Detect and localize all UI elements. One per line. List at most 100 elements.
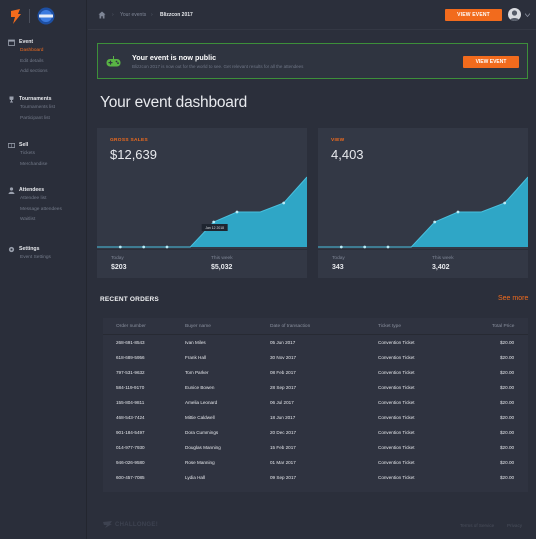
buyer-name-cell: Amelia Leonard xyxy=(185,400,218,405)
week-label: This week xyxy=(432,256,454,261)
page-title: Your event dashboard xyxy=(100,94,248,111)
chart-point[interactable] xyxy=(118,245,122,249)
buyer-name-cell: Tom Parker xyxy=(185,370,209,375)
table-row[interactable]: 155-804-9811 Amelia Leonard 06 Jul 2017 Con… xyxy=(103,396,528,411)
gross-sales-card: GROSS SALES $12,639 Jan 12 2018 Today $2… xyxy=(97,128,307,278)
transaction-date-cell: 06 Jul 2017 xyxy=(270,400,294,405)
table-row[interactable]: 946-026-9580 Rose Manning 01 Mar 2017 Conve… xyxy=(103,456,528,471)
card-footer: Today 343 This week 3,402 xyxy=(318,249,528,278)
total-price-cell: $20.00 xyxy=(500,475,515,480)
transaction-date-cell: 20 Dec 2017 xyxy=(270,430,297,435)
column-header[interactable]: Total Price xyxy=(492,324,514,329)
table-row[interactable]: 468-543-7424 Mittie Caldwell 18 Jun 2017 Co… xyxy=(103,411,528,426)
table-row[interactable]: 797-531-9632 Tom Parker 08 Feb 2017 Convent… xyxy=(103,366,528,381)
buyer-name-cell: Douglas Manning xyxy=(185,445,221,450)
sidebar-section-attendees: Attendees Attendee list Message attendees W… xyxy=(8,186,62,226)
chart-area xyxy=(97,177,307,247)
sidebar-item-tournaments-list[interactable]: Tournaments list xyxy=(8,103,55,114)
banner-view-event-button[interactable]: VIEW EVENT xyxy=(463,56,519,68)
breadcrumb-your-events[interactable]: Your events xyxy=(120,12,146,18)
total-price-cell: $20.00 xyxy=(500,340,515,345)
sidebar-heading-label: Tournaments xyxy=(19,96,52,102)
chart-point[interactable] xyxy=(235,210,239,214)
sidebar-item-waitlist[interactable]: Waitlist xyxy=(8,215,62,226)
sidebar-item-event-settings[interactable]: Event Settings xyxy=(8,253,51,264)
chart-point[interactable] xyxy=(363,245,367,249)
today-label: Today xyxy=(111,256,124,261)
sidebar-item-tickets[interactable]: Tickets xyxy=(8,149,47,160)
week-value: 3,402 xyxy=(432,264,450,271)
table-row[interactable]: 600-457-7085 Lydia Hall 09 Sep 2017 Convent… xyxy=(103,471,528,486)
chart-point[interactable] xyxy=(386,245,390,249)
order-number-cell: 584-119-9170 xyxy=(116,385,145,390)
total-price-cell: $20.00 xyxy=(500,445,515,450)
sidebar-item-add-sections[interactable]: Add sections xyxy=(8,67,47,78)
sidebar-item-edit-details[interactable]: Edit details xyxy=(8,57,47,68)
transaction-date-cell: 15 Feb 2017 xyxy=(270,445,296,450)
home-icon[interactable] xyxy=(98,11,106,19)
table-row[interactable]: 268-691-8543 Ivan Miles 05 Jun 2017 Convent… xyxy=(103,336,528,351)
chart-point[interactable] xyxy=(165,245,169,249)
sidebar-item-participant-list[interactable]: Participant list xyxy=(8,114,55,125)
view-event-button[interactable]: VIEW EVENT xyxy=(445,9,502,21)
recent-orders-title: RECENT ORDERS xyxy=(100,296,159,303)
column-header[interactable]: Order number xyxy=(116,324,146,329)
sidebar-heading[interactable]: Attendees xyxy=(8,186,62,194)
event-logo-icon xyxy=(37,7,55,25)
total-price-cell: $20.00 xyxy=(500,370,515,375)
sidebar-section-sell: Sell Tickets Merchandise xyxy=(8,141,47,170)
chart-point[interactable] xyxy=(142,245,146,249)
sidebar-item-attendee-list[interactable]: Attendee list xyxy=(8,194,62,205)
column-header[interactable]: Buyer name xyxy=(185,324,211,329)
sidebar-heading[interactable]: Tournaments xyxy=(8,95,55,103)
ticket-type-cell: Convention Ticket xyxy=(378,415,415,420)
table-header: Order number Buyer name Date of transact… xyxy=(103,318,528,335)
ticket-icon xyxy=(8,142,15,148)
breadcrumb-separator: › xyxy=(151,12,153,18)
chevron-down-icon[interactable] xyxy=(525,13,530,17)
order-number-cell: 014-977-7930 xyxy=(116,445,145,450)
see-more-link[interactable]: See more xyxy=(498,295,528,302)
table-row[interactable]: 618-689-5956 Frank Hall 30 Nov 2017 Convent… xyxy=(103,351,528,366)
footer-link-privacy[interactable]: Privacy xyxy=(507,523,522,528)
card-value: $12,639 xyxy=(110,147,157,162)
ticket-type-cell: Convention Ticket xyxy=(378,460,415,465)
sidebar-heading[interactable]: Sell xyxy=(8,141,47,149)
person-icon xyxy=(8,186,15,194)
avatar[interactable] xyxy=(508,8,521,21)
chart-point[interactable] xyxy=(339,245,343,249)
order-number-cell: 901-184-5497 xyxy=(116,430,145,435)
ticket-type-cell: Convention Ticket xyxy=(378,445,415,450)
chart-point[interactable] xyxy=(456,210,460,214)
footer-link-terms[interactable]: Terms of Service xyxy=(460,523,494,528)
sidebar-item-dashboard[interactable]: Dashboard xyxy=(8,46,47,57)
today-label: Today xyxy=(332,256,345,261)
column-header[interactable]: Date of transaction xyxy=(270,324,310,329)
transaction-date-cell: 09 Sep 2017 xyxy=(270,475,297,480)
ticket-type-cell: Convention Ticket xyxy=(378,355,415,360)
sidebar-heading[interactable]: Event xyxy=(8,38,47,46)
table-row[interactable]: 901-184-5497 Dora Cummings 20 Dec 2017 Conv… xyxy=(103,426,528,441)
order-number-cell: 155-804-9811 xyxy=(116,400,145,405)
column-header[interactable]: Ticket type xyxy=(378,324,401,329)
sidebar: Event Dashboard Edit details Add sections To… xyxy=(0,0,87,539)
top-bar: › Your events › Blizzcon 2017 VIEW EVENT xyxy=(88,0,536,30)
chart-point[interactable] xyxy=(433,220,437,224)
sidebar-heading[interactable]: Settings xyxy=(8,245,51,253)
challonge-logo-icon[interactable] xyxy=(9,8,22,24)
table-row[interactable]: 584-119-9170 Eunice Bowen 28 Sep 2017 Conve… xyxy=(103,381,528,396)
chart-point[interactable] xyxy=(503,201,507,205)
sidebar-item-message-attendees[interactable]: Message attendees xyxy=(8,205,62,216)
sidebar-section-event: Event Dashboard Edit details Add sections xyxy=(8,38,47,78)
sidebar-heading-label: Attendees xyxy=(19,187,45,193)
today-value: 343 xyxy=(332,264,344,271)
chart-point[interactable] xyxy=(212,220,216,224)
trophy-icon xyxy=(9,96,14,102)
sidebar-item-merchandise[interactable]: Merchandise xyxy=(8,160,47,171)
breadcrumb-separator: › xyxy=(112,12,114,18)
public-event-banner: Your event is now public Blizzcon 2017 i… xyxy=(97,43,528,79)
chart-point[interactable] xyxy=(282,201,286,205)
total-price-cell: $20.00 xyxy=(500,460,515,465)
table-row[interactable]: 014-977-7930 Douglas Manning 15 Feb 2017 Co… xyxy=(103,441,528,456)
card-label: VIEW xyxy=(331,138,345,143)
